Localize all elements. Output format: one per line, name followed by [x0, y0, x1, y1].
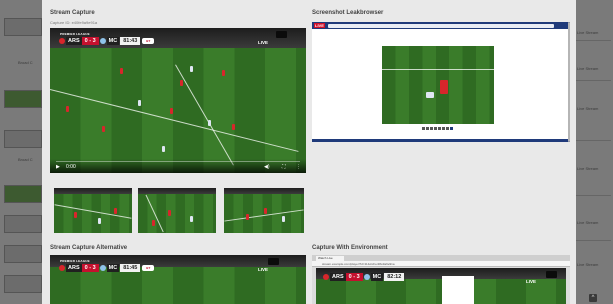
leak-live-badge: LIVE	[314, 23, 325, 28]
channel-logo	[268, 258, 279, 265]
live-label: LIVE	[526, 279, 537, 284]
match-clock: 81:43	[120, 37, 141, 45]
stream-capture-title: Stream Capture	[50, 10, 95, 16]
scroll-to-top-button[interactable]: ^	[589, 294, 597, 302]
background-row	[4, 245, 42, 263]
browser-url: stream.example.com/player?id=11&cid=e40f…	[322, 262, 395, 266]
white-overlay-box	[442, 276, 474, 304]
stream-capture-video[interactable]: PREMIER LEAGUE ARS 0 - 3 MC 81:43 BT LIV…	[50, 28, 306, 173]
background-row	[4, 130, 42, 148]
video-time: 0:00	[66, 164, 76, 170]
live-label: LIVE	[258, 267, 269, 272]
scorebug: ARS 0 - 3 MC 81:45 BT	[58, 264, 155, 272]
league-label: PREMIER LEAGUE	[60, 259, 90, 263]
modal-scrollbar[interactable]	[568, 22, 570, 142]
play-icon[interactable]: ▶	[56, 164, 60, 170]
stream-alt-title: Stream Capture Alternative	[50, 245, 128, 251]
league-label: PREMIER LEAGUE	[60, 32, 90, 36]
background-row	[4, 275, 42, 293]
match-clock: 81:45	[120, 264, 141, 272]
capture-env-screenshot[interactable]: Watch Live stream.example.com/player?id=…	[312, 255, 570, 304]
away-team: MC	[106, 264, 120, 272]
background-right-label: Live Stream	[577, 262, 599, 267]
stream-alt-video[interactable]: PREMIER LEAGUE ARS 0 - 3 MC 81:45 BT LIV…	[50, 255, 306, 304]
score: 0 - 3	[81, 264, 99, 272]
more-icon[interactable]: ⋮	[296, 164, 301, 170]
away-team: MC	[370, 273, 384, 281]
broadcaster-logo: BT	[142, 265, 155, 271]
away-team: MC	[106, 37, 120, 45]
capture-env-title: Capture With Environment	[312, 245, 388, 251]
leak-footer-bar	[312, 139, 570, 142]
background-row	[4, 18, 42, 36]
leak-url-bar	[328, 23, 554, 28]
video-progress-bar[interactable]	[56, 161, 300, 162]
leak-pagination[interactable]	[422, 127, 453, 130]
leak-browser-title: Screenshot Leakbrowser	[312, 10, 384, 16]
capture-thumbnail[interactable]	[224, 188, 304, 233]
score: 0 - 3	[81, 37, 99, 45]
background-right-column: Live Stream Live Stream Live Stream Live…	[573, 0, 613, 304]
stream-capture-subtitle: Capture ID: e40fe9a9e91a	[50, 20, 98, 25]
home-team: ARS	[66, 264, 82, 272]
capture-gallery-modal: Stream Capture Capture ID: e40fe9a9e91a …	[42, 0, 576, 304]
channel-logo	[276, 31, 287, 38]
background-right-label: Live Stream	[577, 220, 599, 225]
background-right-label: Live Stream	[577, 30, 599, 35]
background-left-column: Broad C Broad C	[0, 0, 46, 304]
broadcaster-logo: BT	[142, 38, 155, 44]
scorebug: ARS 0 - 3 MC 82:12	[322, 273, 405, 281]
background-right-label: Live Stream	[577, 66, 599, 71]
capture-thumbnail[interactable]	[138, 188, 216, 233]
video-controls: ▶ 0:00 ◀) ⛶ ⋮	[50, 159, 306, 173]
volume-icon[interactable]: ◀)	[264, 164, 270, 170]
match-clock: 82:12	[384, 273, 405, 281]
browser-address-bar: stream.example.com/player?id=11&cid=e40f…	[312, 261, 570, 267]
background-thumbnail	[4, 185, 42, 203]
home-team: ARS	[66, 37, 82, 45]
home-team: ARS	[330, 273, 346, 281]
channel-logo	[546, 271, 557, 278]
live-label: LIVE	[258, 40, 269, 45]
background-row	[4, 215, 42, 233]
leak-video-frame	[382, 46, 494, 124]
fullscreen-icon[interactable]: ⛶	[282, 164, 286, 170]
leak-browser-screenshot[interactable]: LIVE	[312, 22, 570, 142]
background-left-label: Broad C	[18, 60, 33, 65]
env-video-frame: ARS 0 - 3 MC 82:12 LIVE	[316, 268, 566, 304]
background-right-label: Live Stream	[577, 106, 599, 111]
score: 0 - 3	[345, 273, 363, 281]
background-thumbnail	[4, 90, 42, 108]
scorebug: ARS 0 - 3 MC 81:43 BT	[58, 37, 155, 45]
leak-browser-header: LIVE	[312, 22, 570, 29]
background-left-label: Broad C	[18, 157, 33, 162]
background-right-label: Live Stream	[577, 166, 599, 171]
capture-thumbnail[interactable]	[54, 188, 132, 233]
